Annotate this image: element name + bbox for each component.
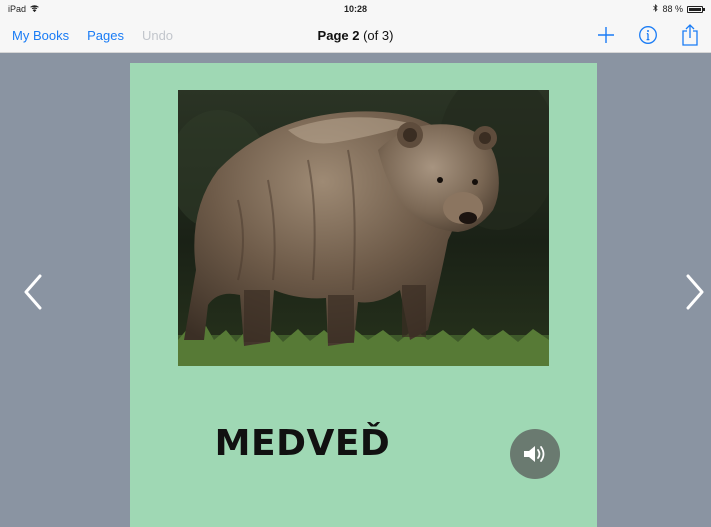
speaker-icon bbox=[524, 446, 545, 462]
book-page: MEDVEĎ bbox=[130, 63, 597, 527]
bluetooth-icon bbox=[653, 4, 659, 14]
battery-percent: 88 % bbox=[662, 4, 683, 14]
chevron-left-icon bbox=[24, 274, 42, 310]
battery-icon bbox=[687, 5, 705, 13]
status-time: 10:28 bbox=[343, 4, 368, 14]
share-icon[interactable] bbox=[679, 24, 701, 46]
page-word: MEDVEĎ bbox=[214, 423, 391, 464]
nav-bar: My Books Pages Undo Page 2 (of 3) bbox=[0, 18, 711, 53]
brown-bear-photo bbox=[178, 90, 549, 366]
nav-right bbox=[595, 24, 701, 46]
chevron-right-icon bbox=[686, 274, 704, 310]
next-page-button[interactable] bbox=[680, 270, 710, 314]
page-title-current: Page 2 bbox=[317, 28, 360, 43]
plus-icon[interactable] bbox=[595, 24, 617, 46]
previous-page-button[interactable] bbox=[18, 270, 48, 314]
info-icon[interactable] bbox=[637, 24, 659, 46]
page-title-total: (of 3) bbox=[363, 28, 394, 43]
battery-fill bbox=[689, 7, 702, 11]
status-bar: iPad 10:28 88 % bbox=[0, 0, 711, 18]
status-right: 88 % bbox=[653, 4, 705, 14]
play-sound-button[interactable] bbox=[510, 429, 560, 479]
